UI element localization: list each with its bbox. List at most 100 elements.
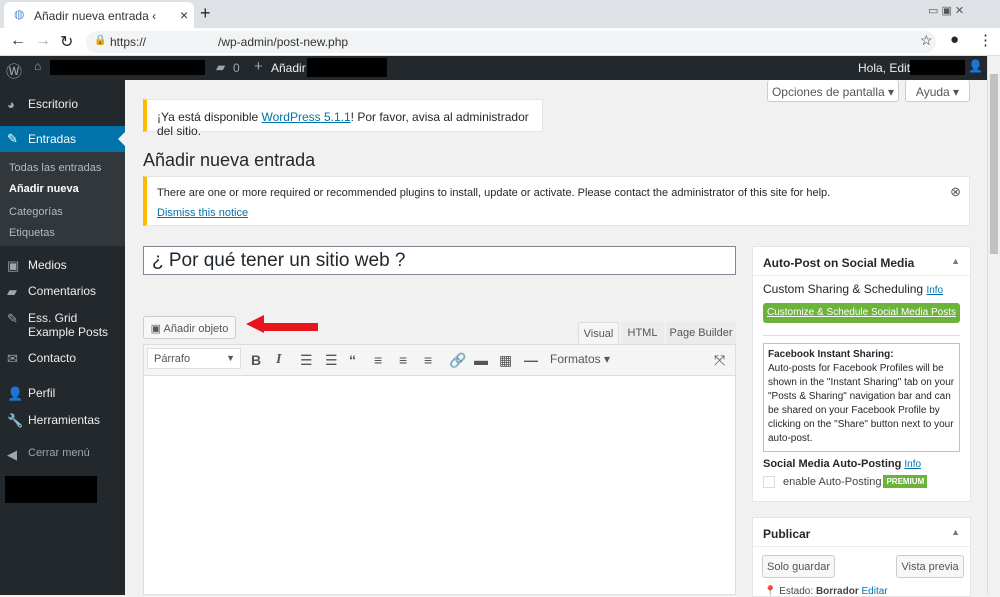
collapse-arrow-icon[interactable]: ▲: [951, 527, 960, 537]
profile-icon[interactable]: ●: [950, 31, 959, 48]
menu-escritorio[interactable]: ◕ Escritorio: [0, 97, 125, 112]
submenu: Todas las entradas Añadir nueva Categorí…: [0, 152, 125, 246]
back-icon[interactable]: ←: [10, 32, 26, 50]
media-icon: ▣: [150, 323, 164, 335]
collapse-menu[interactable]: ◀ Cerrar menú: [0, 447, 125, 462]
menu-label: Perfil: [28, 386, 56, 400]
menu-label: Ess. Grid Example Posts: [28, 311, 109, 339]
wrench-icon: 🔧: [7, 413, 24, 428]
fullscreen-icon[interactable]: ⤧: [714, 352, 725, 369]
redacted-box: [307, 58, 387, 77]
submenu-etiquetas[interactable]: Etiquetas: [9, 227, 55, 239]
star-icon[interactable]: ☆: [920, 32, 933, 49]
label: Añadir objeto: [163, 323, 229, 335]
comment-icon[interactable]: ▰: [216, 60, 225, 74]
tab-page-builder[interactable]: Page Builder: [666, 322, 736, 344]
scrollbar-thumb[interactable]: [990, 74, 998, 254]
update-notice: ¡Ya está disponible WordPress 5.1.1! Por…: [143, 99, 543, 138]
submenu-categorias[interactable]: Categorías: [9, 206, 63, 218]
tab-title: Añadir nueva entrada ‹: [34, 9, 157, 23]
home-icon[interactable]: ⌂: [34, 59, 41, 73]
dismiss-notice-link[interactable]: Dismiss this notice: [157, 207, 969, 219]
add-media-button[interactable]: ▣ Añadir objeto: [143, 316, 236, 339]
url-input[interactable]: 🔒 https:// /wp-admin/post-new.php: [86, 31, 936, 53]
premium-badge: PREMIUM: [883, 475, 928, 488]
menu-ess-grid[interactable]: ✎ Ess. Grid Example Posts: [0, 311, 120, 339]
scrollbar[interactable]: [987, 56, 1000, 595]
edit-status-link[interactable]: Editar: [862, 586, 888, 597]
menu-contacto[interactable]: ✉ Contacto: [0, 351, 125, 366]
admin-bar: Ⓦ ⌂ ▰ 0 + Añadir Hola, Editor 👤: [0, 56, 987, 82]
comment-icon: ▰: [7, 284, 17, 299]
url-prefix: https://: [110, 35, 147, 49]
link-icon[interactable]: 🔗: [449, 352, 466, 369]
window-controls[interactable]: ▭ ▣ ✕: [928, 4, 964, 17]
align-center-icon[interactable]: ≡: [399, 352, 407, 368]
chevron-down-icon: ▼: [226, 353, 235, 363]
menu-entradas[interactable]: ✎ Entradas: [0, 126, 125, 152]
wordpress-update-link[interactable]: WordPress 5.1.1: [262, 110, 351, 124]
menu-perfil[interactable]: 👤 Perfil: [0, 386, 125, 401]
metabox-title: Publicar: [753, 518, 970, 547]
plugin-notice: There are one or more required or recomm…: [143, 176, 970, 226]
submenu-anadir-nueva[interactable]: Añadir nueva: [9, 183, 79, 195]
menu-herramientas[interactable]: 🔧 Herramientas: [0, 413, 125, 428]
wordpress-logo-icon[interactable]: Ⓦ: [6, 58, 22, 82]
preview-button[interactable]: Vista previa: [896, 555, 964, 578]
label: Opciones de pantalla: [771, 85, 885, 99]
submenu-todas[interactable]: Todas las entradas: [9, 162, 101, 174]
menu-label: Herramientas: [28, 413, 101, 427]
align-right-icon[interactable]: ≡: [424, 352, 432, 368]
pin-icon: ✎: [7, 131, 18, 146]
align-left-icon[interactable]: ≡: [374, 352, 382, 368]
save-draft-button[interactable]: Solo guardar: [762, 555, 835, 578]
forward-icon[interactable]: →: [35, 32, 51, 50]
status-label: Estado:: [779, 586, 814, 597]
collapse-arrow-icon[interactable]: ▲: [951, 256, 960, 266]
info-link[interactable]: Info: [926, 285, 943, 296]
bold-icon[interactable]: B: [251, 352, 261, 368]
menu-comentarios[interactable]: ▰ Comentarios: [0, 284, 125, 299]
media-icon: ▣: [7, 258, 20, 273]
italic-icon[interactable]: I: [276, 352, 281, 368]
plus-icon: +: [254, 58, 263, 75]
screen-options-button[interactable]: Opciones de pantalla ▾: [767, 80, 899, 102]
globe-icon: ◍: [14, 7, 25, 21]
redacted-box: [5, 476, 97, 503]
customize-schedule-button[interactable]: Customize & Schedule Social Media Posts: [763, 303, 960, 323]
fb-title: Facebook Instant Sharing:: [768, 349, 894, 360]
page-title: Añadir nueva entrada: [143, 150, 316, 170]
numbered-list-icon[interactable]: ☰: [325, 352, 338, 369]
reload-icon[interactable]: ↻: [60, 32, 73, 52]
editor-area[interactable]: [143, 344, 736, 595]
post-title-input[interactable]: ¿ Por qué tener un sitio web ?: [143, 246, 736, 275]
avatar[interactable]: 👤: [968, 59, 983, 73]
close-tab-icon[interactable]: ×: [180, 7, 188, 23]
label: Formatos: [550, 352, 601, 366]
read-more-icon[interactable]: ▬: [474, 352, 488, 368]
info-link[interactable]: Info: [904, 459, 921, 470]
menu-medios[interactable]: ▣ Medios: [0, 258, 125, 273]
menu-label: Comentarios: [28, 284, 97, 298]
formats-dropdown[interactable]: Formatos ▾: [550, 352, 610, 366]
help-button[interactable]: Ayuda ▾: [905, 80, 970, 102]
notice-text: There are one or more required or recomm…: [157, 187, 831, 199]
label: Ayuda: [915, 85, 950, 99]
tab-visual[interactable]: Visual: [578, 322, 619, 344]
horizontal-line-icon[interactable]: —: [524, 352, 538, 368]
add-new-menu[interactable]: Añadir: [271, 61, 306, 75]
format-select[interactable]: Párrafo ▼: [147, 348, 241, 369]
bullet-list-icon[interactable]: ☰: [300, 352, 313, 369]
menu-icon[interactable]: ⋮: [978, 31, 993, 49]
menu-label: Cerrar menú: [28, 447, 90, 459]
tab-html[interactable]: HTML: [621, 322, 664, 344]
url-path: /wp-admin/post-new.php: [218, 35, 349, 49]
browser-tab[interactable]: ◍ Añadir nueva entrada ‹ ×: [4, 2, 194, 28]
blockquote-icon[interactable]: “: [349, 352, 356, 368]
close-circle-icon[interactable]: ⊗: [950, 184, 961, 200]
new-tab-button[interactable]: +: [200, 3, 211, 24]
menu-label: Escritorio: [28, 97, 79, 111]
pin-icon: 📍: [764, 586, 780, 597]
toolbar-toggle-icon[interactable]: ▦: [499, 352, 512, 369]
enable-autoposting-checkbox[interactable]: [763, 475, 775, 488]
